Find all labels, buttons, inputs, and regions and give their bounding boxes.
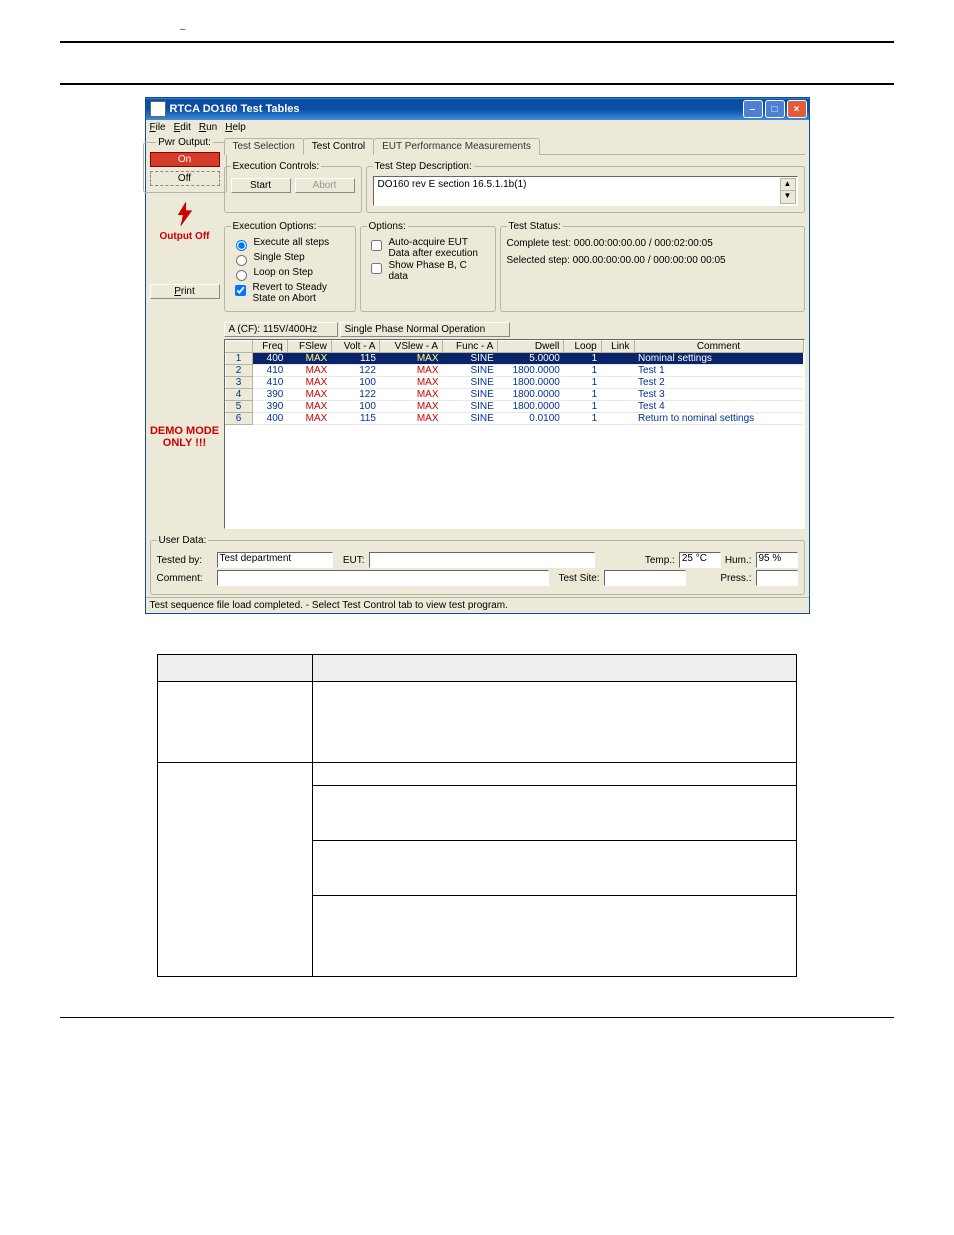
execution-controls-group: Execution Controls: Start Abort	[224, 161, 362, 213]
start-button[interactable]: Start	[231, 178, 291, 193]
off-button[interactable]: Off	[150, 171, 220, 186]
window-title: RTCA DO160 Test Tables	[170, 103, 741, 115]
test-status-legend: Test Status:	[507, 221, 563, 232]
testsite-label: Test Site:	[559, 573, 600, 584]
app-window: RTCA DO160 Test Tables – □ × File Edit R…	[145, 97, 810, 614]
demo-mode-label: DEMO MODE ONLY !!!	[150, 425, 219, 449]
eut-input[interactable]	[369, 552, 595, 568]
titlebar[interactable]: RTCA DO160 Test Tables – □ ×	[146, 98, 809, 120]
press-label: Press.:	[720, 573, 751, 584]
menu-help[interactable]: Help	[225, 122, 246, 133]
radio-execute-all[interactable]	[236, 240, 247, 251]
footer-rule	[60, 1017, 894, 1018]
options-legend: Options:	[367, 221, 408, 232]
phase-label: Single Phase Normal Operation	[340, 322, 510, 337]
doc-table	[157, 654, 797, 977]
app-icon	[150, 101, 166, 117]
header-mark: –	[60, 24, 894, 35]
table-row[interactable]: 6400MAX115MAXSINE0.01001Return to nomina…	[225, 413, 803, 425]
radio-execute-all-label: Execute all steps	[254, 237, 330, 248]
section-rule	[60, 83, 894, 85]
user-data-group: User Data: Tested by: Test department EU…	[150, 535, 805, 595]
col-comment[interactable]: Comment	[634, 341, 803, 353]
testsite-input[interactable]	[604, 570, 686, 586]
comment-label: Comment:	[157, 573, 213, 584]
execution-options-group: Execution Options: Execute all steps Sin…	[224, 221, 356, 312]
eut-label: EUT:	[337, 555, 365, 566]
execution-controls-legend: Execution Controls:	[231, 161, 322, 172]
test-step-description-legend: Test Step Description:	[373, 161, 474, 172]
check-auto-acquire[interactable]	[371, 240, 382, 251]
execution-options-legend: Execution Options:	[231, 221, 319, 232]
table-row[interactable]: 4390MAX122MAXSINE1800.00001Test 3	[225, 389, 803, 401]
check-show-phase-bc[interactable]	[371, 263, 382, 274]
col-funca[interactable]: Func - A	[443, 341, 498, 353]
test-step-description-text[interactable]: DO160 rev E section 16.5.1.1b(1) ▲ ▼	[373, 176, 798, 206]
status-complete-test: Complete test: 000.00:00:00.00 / 000:02:…	[507, 238, 798, 249]
status-selected-step: Selected step: 000.00:00:00.00 / 000:00:…	[507, 255, 798, 266]
comment-input[interactable]	[217, 570, 549, 586]
col-loop[interactable]: Loop	[564, 341, 601, 353]
grid-header-row: Freq FSlew Volt - A VSlew - A Func - A D…	[225, 341, 803, 353]
print-button[interactable]: Print	[150, 284, 220, 299]
radio-loop-step[interactable]	[236, 270, 247, 281]
radio-single-step[interactable]	[236, 255, 247, 266]
data-grid[interactable]: Freq FSlew Volt - A VSlew - A Func - A D…	[224, 339, 805, 529]
test-status-group: Test Status: Complete test: 000.00:00:00…	[500, 221, 805, 312]
check-show-phase-bc-label: Show Phase B, C data	[389, 260, 489, 282]
tab-bar: Test Selection Test Control EUT Performa…	[224, 137, 805, 155]
table-row[interactable]: 3410MAX100MAXSINE1800.00001Test 2	[225, 377, 803, 389]
temp-input[interactable]: 25 °C	[679, 552, 721, 568]
menu-bar: File Edit Run Help	[146, 120, 809, 135]
table-row[interactable]: 1400MAX115MAXSINE5.00001Nominal settings	[225, 353, 803, 365]
on-button[interactable]: On	[150, 152, 220, 167]
user-data-legend: User Data:	[157, 535, 209, 546]
check-revert-steady[interactable]	[235, 285, 246, 296]
tested-by-label: Tested by:	[157, 555, 213, 566]
options-group: Options: Auto-acquire EUT Data after exe…	[360, 221, 496, 312]
col-link[interactable]: Link	[601, 341, 634, 353]
table-row[interactable]: 2410MAX122MAXSINE1800.00001Test 1	[225, 365, 803, 377]
col-dwell[interactable]: Dwell	[498, 341, 564, 353]
tab-test-selection[interactable]: Test Selection	[224, 138, 304, 155]
menu-file[interactable]: File	[150, 122, 166, 133]
pwr-output-legend: Pwr Output:	[156, 137, 213, 148]
press-input[interactable]	[756, 570, 798, 586]
mode-label: A (CF): 115V/400Hz	[224, 322, 338, 337]
statusbar: Test sequence file load completed. - Sel…	[146, 597, 809, 613]
hum-input[interactable]: 95 %	[756, 552, 798, 568]
output-status-label: Output Off	[160, 231, 210, 242]
radio-single-step-label: Single Step	[254, 252, 305, 263]
temp-label: Temp.:	[645, 555, 675, 566]
tested-by-input[interactable]: Test department	[217, 552, 333, 568]
hum-label: Hum.:	[725, 555, 752, 566]
col-vslewa[interactable]: VSlew - A	[380, 341, 443, 353]
tab-test-control[interactable]: Test Control	[303, 138, 374, 155]
close-button[interactable]: ×	[787, 100, 807, 118]
maximize-button[interactable]: □	[765, 100, 785, 118]
header-rule	[60, 41, 894, 43]
lightning-icon	[175, 201, 195, 227]
abort-button[interactable]: Abort	[295, 178, 355, 193]
col-volta[interactable]: Volt - A	[331, 341, 380, 353]
col-freq[interactable]: Freq	[252, 341, 287, 353]
tab-eut-measurements[interactable]: EUT Performance Measurements	[373, 138, 540, 155]
radio-loop-step-label: Loop on Step	[254, 267, 314, 278]
scroll-down-icon[interactable]: ▼	[780, 190, 796, 204]
table-row[interactable]: 5390MAX100MAXSINE1800.00001Test 4	[225, 401, 803, 413]
menu-run[interactable]: Run	[199, 122, 217, 133]
pwr-output-group: Pwr Output: On Off	[143, 137, 227, 193]
col-fslew[interactable]: FSlew	[287, 341, 331, 353]
minimize-button[interactable]: –	[743, 100, 763, 118]
test-step-description-value: DO160 rev E section 16.5.1.1b(1)	[378, 179, 527, 190]
check-auto-acquire-label: Auto-acquire EUT Data after execution	[389, 237, 489, 259]
check-revert-steady-label: Revert to Steady State on Abort	[253, 282, 349, 304]
test-step-description-group: Test Step Description: DO160 rev E secti…	[366, 161, 805, 213]
menu-edit[interactable]: Edit	[174, 122, 191, 133]
